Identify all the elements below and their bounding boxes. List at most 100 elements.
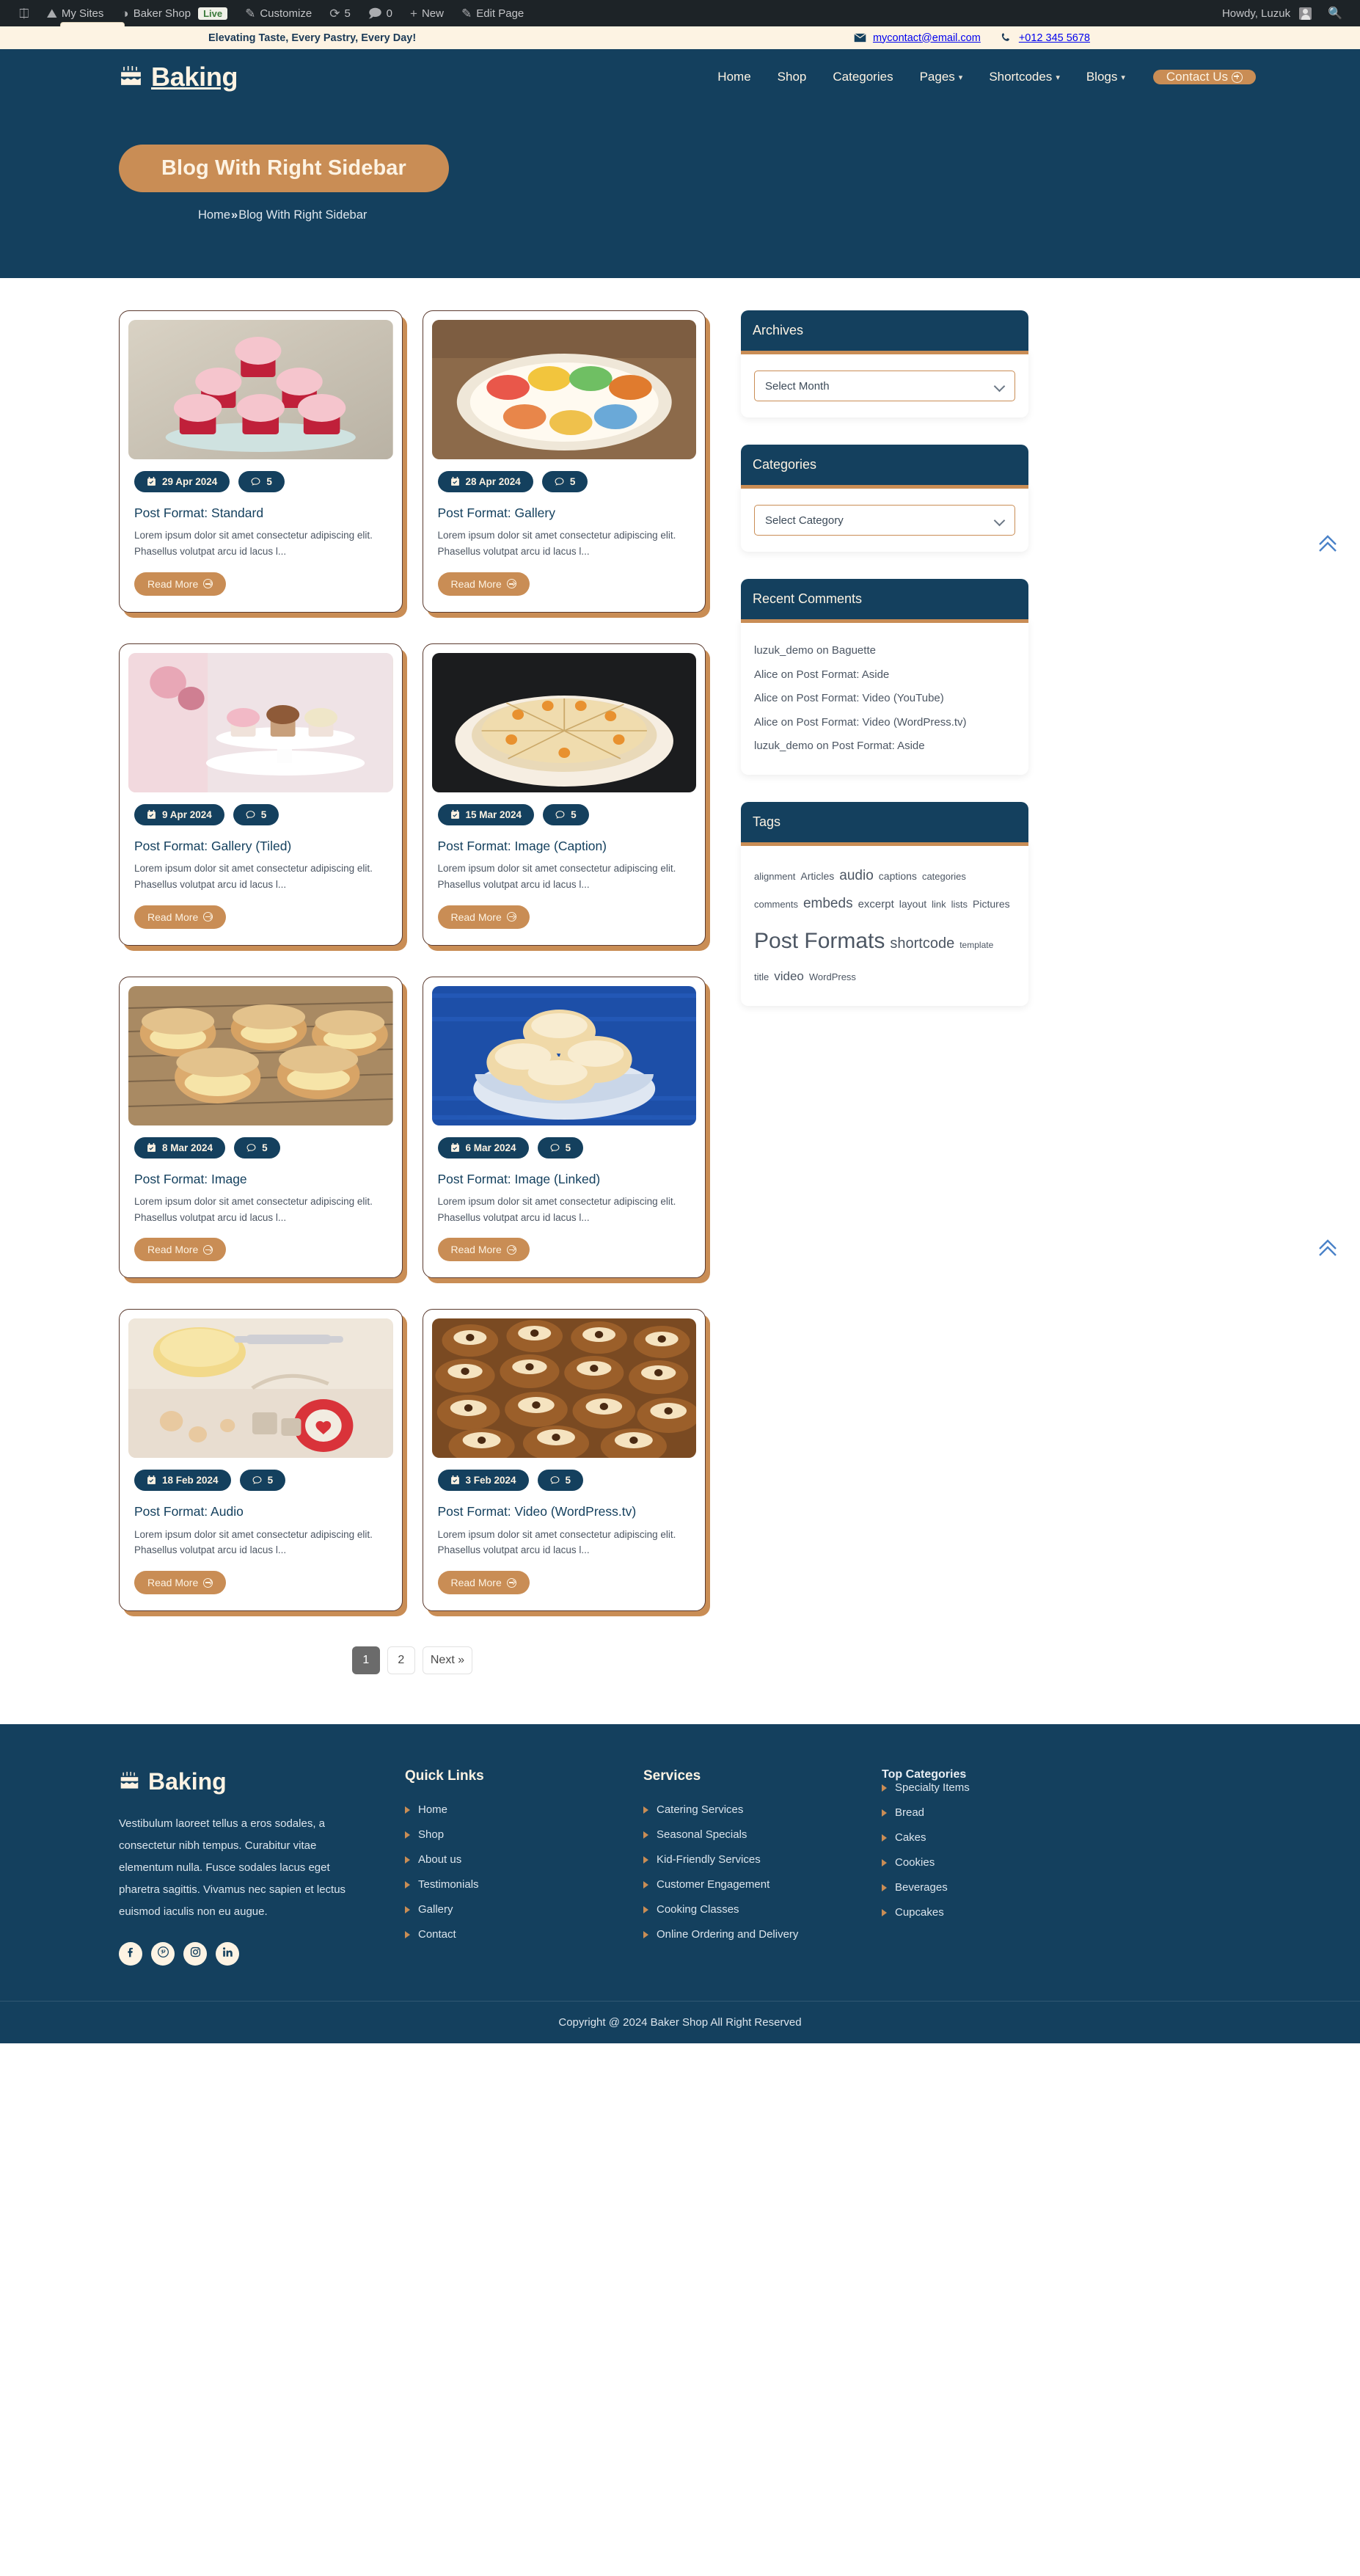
tag-link[interactable]: audio (839, 862, 874, 891)
post-thumbnail[interactable] (431, 1318, 696, 1459)
footer-link[interactable]: Customer Engagement (643, 1878, 882, 1891)
post-title[interactable]: Post Format: Image (134, 1171, 393, 1188)
tag-link[interactable]: title (754, 968, 769, 988)
post-card[interactable]: 18 Feb 2024 5 Post Format: Audio Lorem i… (119, 1309, 403, 1612)
nav-item-shop[interactable]: Shop (764, 70, 820, 84)
footer-link[interactable]: Testimonials (405, 1878, 643, 1891)
tag-link[interactable]: WordPress (809, 968, 856, 988)
pagination-page-1[interactable]: 1 (351, 1646, 380, 1675)
footer-link[interactable]: Kid-Friendly Services (643, 1853, 882, 1866)
post-card[interactable]: 15 Mar 2024 5 Post Format: Image (Captio… (422, 643, 706, 946)
footer-link[interactable]: Cupcakes (882, 1906, 1102, 1919)
tag-link[interactable]: alignment (754, 867, 795, 887)
facebook-link[interactable] (119, 1942, 142, 1966)
pinterest-link[interactable] (151, 1942, 175, 1966)
post-card[interactable]: 29 Apr 2024 5 Post Format: Standard Lore… (119, 310, 403, 613)
footer-link[interactable]: Seasonal Specials (643, 1828, 882, 1841)
post-card[interactable]: 28 Apr 2024 5 Post Format: Gallery Lorem… (422, 310, 706, 613)
list-item[interactable]: Alice on Post Format: Video (YouTube) (754, 687, 1015, 711)
phone-link[interactable]: +012 345 5678 (1000, 32, 1090, 44)
nav-item-home[interactable]: Home (704, 70, 764, 84)
new-content-button[interactable]: + New (401, 0, 453, 26)
comments-button[interactable]: 🗩 0 (359, 0, 401, 26)
archives-select[interactable]: Select Month (754, 371, 1015, 401)
nav-item-blogs[interactable]: Blogs ▾ (1073, 70, 1138, 84)
tag-link[interactable]: Post Formats (754, 919, 885, 964)
live-badge[interactable]: Live (198, 7, 228, 20)
wordpress-logo-button[interactable]: ⎅ (10, 0, 38, 26)
post-card[interactable]: 3 Feb 2024 5 Post Format: Video (WordPre… (422, 1309, 706, 1612)
list-item[interactable]: Alice on Post Format: Video (WordPress.t… (754, 711, 1015, 735)
tag-link[interactable]: lists (951, 895, 968, 915)
read-more-button[interactable]: Read More (437, 572, 530, 596)
nav-item-categories[interactable]: Categories (819, 70, 906, 84)
pagination-next[interactable]: Next » (422, 1646, 473, 1675)
post-thumbnail[interactable] (431, 320, 696, 459)
tag-link[interactable]: Articles (800, 866, 834, 887)
read-more-button[interactable]: Read More (134, 1238, 227, 1262)
post-title[interactable]: Post Format: Audio (134, 1503, 393, 1520)
post-card[interactable]: 8 Mar 2024 5 Post Format: Image Lorem ip… (119, 976, 403, 1279)
footer-link[interactable]: Specialty Items (882, 1781, 1102, 1794)
adminbar-search-button[interactable]: 🔍 (1320, 0, 1350, 26)
footer-link[interactable]: Gallery (405, 1903, 643, 1916)
post-thumbnail[interactable] (128, 985, 393, 1125)
tag-link[interactable]: excerpt (858, 894, 894, 916)
site-logo[interactable]: Baking (119, 62, 238, 92)
tag-link[interactable]: comments (754, 895, 798, 915)
footer-link[interactable]: Contact (405, 1928, 643, 1941)
post-title[interactable]: Post Format: Standard (134, 505, 393, 522)
post-card[interactable]: 9 Apr 2024 5 Post Format: Gallery (Tiled… (119, 643, 403, 946)
tag-link[interactable]: categories (922, 867, 966, 887)
post-thumbnail[interactable] (431, 985, 696, 1125)
footer-link[interactable]: Catering Services (643, 1803, 882, 1816)
list-item[interactable]: Alice on Post Format: Aside (754, 663, 1015, 687)
post-title[interactable]: Post Format: Image (Caption) (438, 838, 697, 855)
instagram-link[interactable] (183, 1942, 207, 1966)
tag-link[interactable]: Pictures (973, 894, 1010, 915)
breadcrumb-home[interactable]: Home (198, 208, 230, 222)
pagination-page-2[interactable]: 2 (387, 1646, 415, 1675)
read-more-button[interactable]: Read More (134, 572, 227, 596)
post-thumbnail[interactable] (431, 652, 696, 792)
post-title[interactable]: Post Format: Gallery (Tiled) (134, 838, 393, 855)
footer-link[interactable]: Cookies (882, 1856, 1102, 1869)
scroll-to-top-arrow-1[interactable] (1316, 531, 1339, 555)
post-title[interactable]: Post Format: Gallery (438, 505, 697, 522)
customize-button[interactable]: ✎ Customize (236, 0, 321, 26)
linkedin-link[interactable] (216, 1942, 239, 1966)
contact-us-button[interactable]: Contact Us (1152, 70, 1256, 84)
post-title[interactable]: Post Format: Image (Linked) (438, 1171, 697, 1188)
footer-link[interactable]: Bread (882, 1806, 1102, 1819)
nav-item-shortcodes[interactable]: Shortcodes ▾ (976, 70, 1073, 84)
footer-link[interactable]: About us (405, 1853, 643, 1866)
scroll-to-top-arrow-2[interactable] (1316, 1236, 1339, 1259)
footer-link[interactable]: Online Ordering and Delivery (643, 1928, 882, 1941)
footer-link[interactable]: Cooking Classes (643, 1903, 882, 1916)
tag-link[interactable]: video (774, 964, 804, 990)
site-name-button[interactable]: ◑ Baker Shop Live (112, 0, 236, 26)
tag-link[interactable]: template (959, 936, 993, 955)
footer-link[interactable]: Home (405, 1803, 643, 1816)
post-title[interactable]: Post Format: Video (WordPress.tv) (438, 1503, 697, 1520)
tag-link[interactable]: embeds (803, 890, 853, 919)
read-more-button[interactable]: Read More (437, 1238, 530, 1262)
read-more-button[interactable]: Read More (437, 1571, 530, 1595)
footer-link[interactable]: Cakes (882, 1831, 1102, 1844)
footer-link[interactable]: Shop (405, 1828, 643, 1841)
edit-page-button[interactable]: ✎ Edit Page (453, 0, 533, 26)
tag-link[interactable]: shortcode (890, 929, 954, 959)
footer-link[interactable]: Beverages (882, 1881, 1102, 1894)
tag-link[interactable]: captions (879, 866, 917, 887)
post-thumbnail[interactable] (128, 320, 393, 459)
email-link[interactable]: mycontact@email.com (854, 32, 981, 44)
list-item[interactable]: luzuk_demo on Post Format: Aside (754, 734, 1015, 759)
post-thumbnail[interactable] (128, 1318, 393, 1459)
read-more-button[interactable]: Read More (134, 905, 227, 929)
tag-link[interactable]: layout (899, 894, 926, 915)
post-card[interactable]: 6 Mar 2024 5 Post Format: Image (Linked)… (422, 976, 706, 1279)
read-more-button[interactable]: Read More (134, 1571, 227, 1595)
tag-link[interactable]: link (932, 895, 946, 915)
list-item[interactable]: luzuk_demo on Baguette (754, 639, 1015, 663)
post-thumbnail[interactable] (128, 652, 393, 792)
